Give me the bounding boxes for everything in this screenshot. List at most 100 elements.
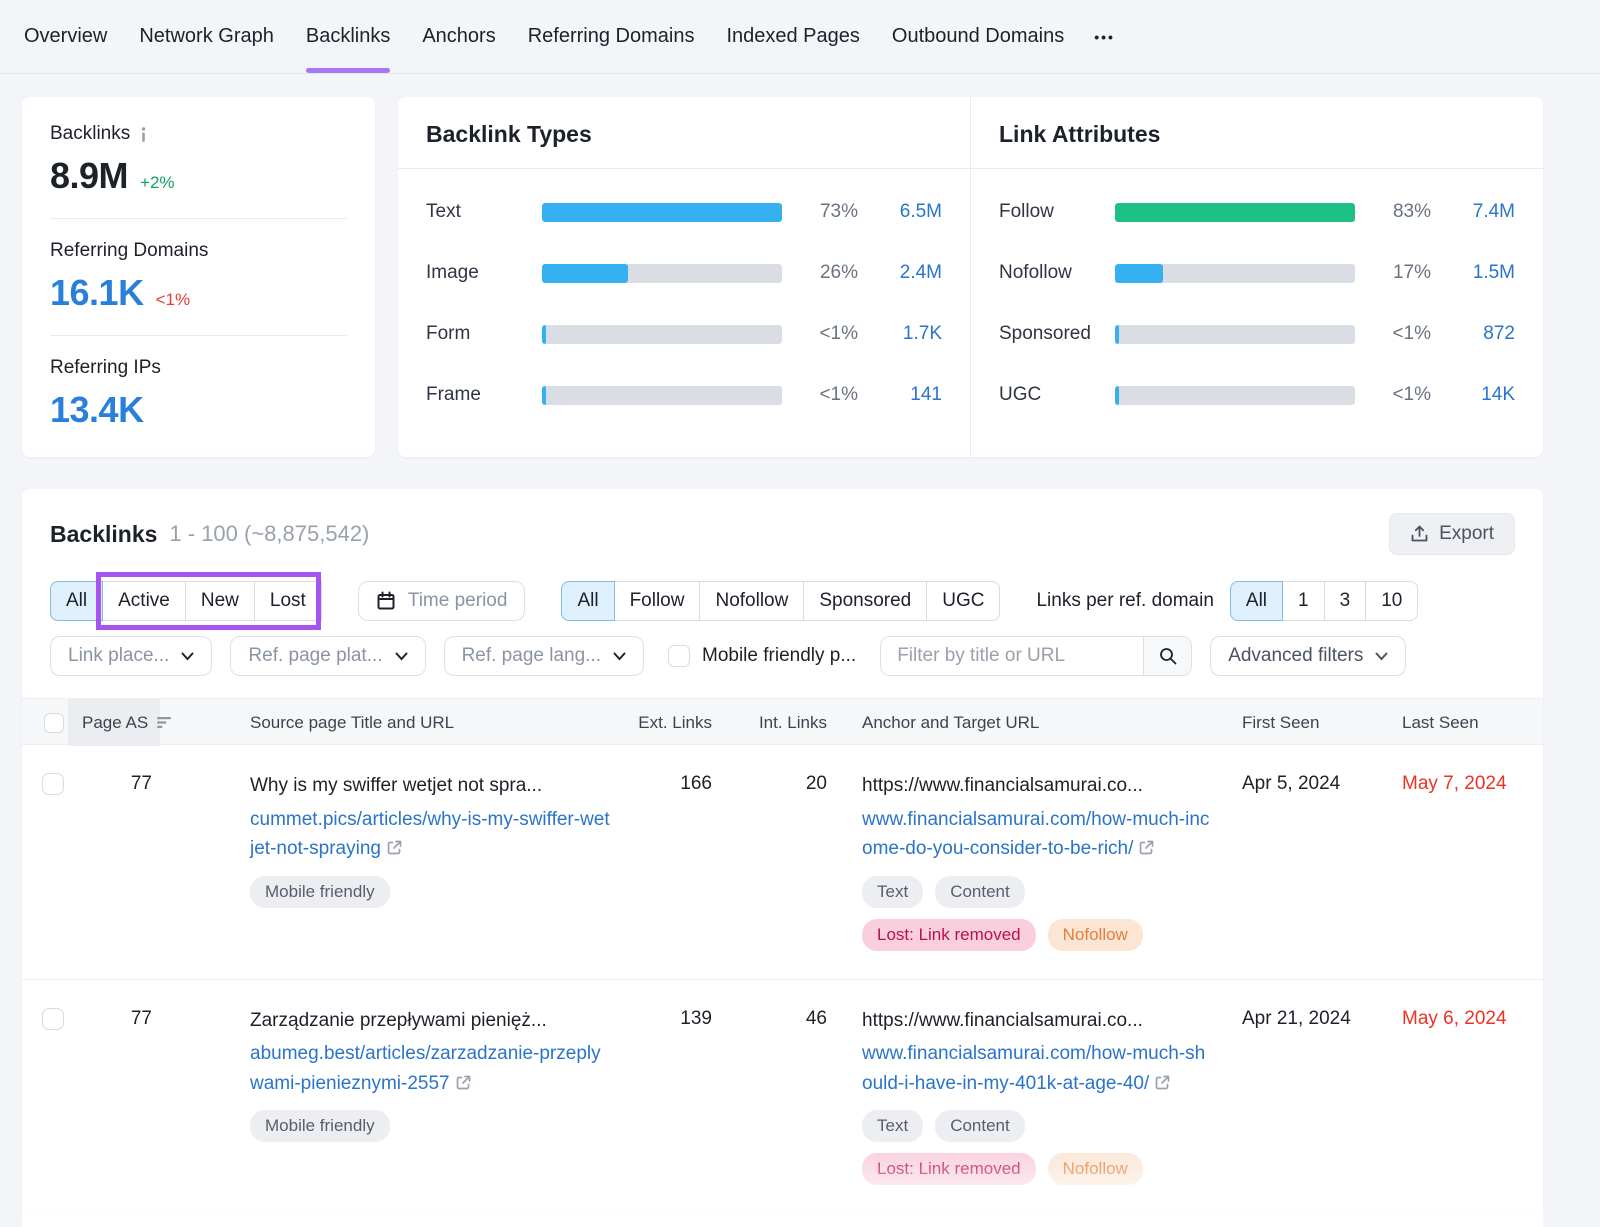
bar-percent: <1% [802,323,858,345]
follow-filter-follow[interactable]: Follow [614,581,701,621]
advanced-filters-dropdown[interactable]: Advanced filters [1210,636,1406,676]
follow-filter-sponsored[interactable]: Sponsored [803,581,927,621]
ref-page-language-dropdown[interactable]: Ref. page lang... [444,636,644,676]
referring-ips-value[interactable]: 13.4K [50,389,347,431]
links-per-domain-1[interactable]: 1 [1282,581,1325,621]
source-url-link[interactable]: cummet.pics/articles/why-is-my-swiffer-w… [250,809,610,859]
page-as-value: 77 [68,773,160,951]
column-int-links[interactable]: Int. Links [712,713,827,733]
tab-outbound-domains[interactable]: Outbound Domains [892,0,1064,73]
external-link-icon[interactable] [1155,1070,1170,1099]
divider [50,335,347,336]
bar-value-link[interactable]: 6.5M [878,201,942,223]
tab-indexed-pages[interactable]: Indexed Pages [726,0,859,73]
chevron-down-icon [395,652,408,661]
status-filter-all[interactable]: All [50,581,103,621]
column-source-page[interactable]: Source page Title and URL [250,713,612,733]
time-period-button[interactable]: Time period [358,581,526,621]
bar-value-link[interactable]: 7.4M [1451,201,1515,223]
column-first-seen[interactable]: First Seen [1210,713,1390,733]
referring-domains-delta: <1% [156,290,191,310]
backlinks-table: Page AS Source page Title and URL Ext. L… [22,698,1543,1213]
target-url-link[interactable]: www.financialsamurai.com/how-much-income… [862,809,1209,859]
bar-track [542,203,782,222]
external-link-icon[interactable] [387,835,402,864]
column-page-as[interactable]: Page AS [68,699,160,746]
bar-track [1115,203,1355,222]
bar-row-nofollow: Nofollow 17% 1.5M [999,262,1515,284]
info-icon[interactable] [139,126,148,143]
follow-filter-all[interactable]: All [561,581,614,621]
bar-fill [1115,386,1119,405]
bar-percent: <1% [1375,323,1431,345]
links-per-domain-3[interactable]: 3 [1324,581,1367,621]
more-tabs-ellipsis-icon[interactable]: ••• [1094,0,1115,73]
tab-referring-domains[interactable]: Referring Domains [528,0,695,73]
bar-label: Sponsored [999,323,1095,345]
link-attributes-title: Link Attributes [971,97,1543,169]
ref-page-platform-dropdown[interactable]: Ref. page plat... [230,636,425,676]
referring-domains-label: Referring Domains [50,240,208,262]
link-placement-dropdown[interactable]: Link place... [50,636,212,676]
tab-anchors[interactable]: Anchors [422,0,495,73]
last-seen-date: May 6, 2024 [1390,1008,1543,1186]
top-nav: Overview Network Graph Backlinks Anchors… [0,0,1600,74]
status-filter-active[interactable]: Active [102,581,186,621]
export-icon [1410,525,1429,544]
bar-fill [542,203,782,222]
backlinks-metric-value: 8.9M +2% [50,155,347,197]
first-seen-date: Apr 5, 2024 [1210,773,1390,951]
bar-label: UGC [999,384,1095,406]
status-filter-new[interactable]: New [185,581,255,621]
export-button[interactable]: Export [1389,513,1515,555]
follow-filter-group: All Follow Nofollow Sponsored UGC [561,581,1000,621]
column-anchor-target[interactable]: Anchor and Target URL [862,713,1210,733]
first-seen-date: Apr 21, 2024 [1210,1008,1390,1186]
tab-overview[interactable]: Overview [24,0,107,73]
table-row: 77 Zarządzanie przepływami pienięż... ab… [22,980,1543,1214]
referring-domains-value[interactable]: 16.1K <1% [50,272,347,314]
last-seen-date: May 7, 2024 [1390,773,1543,951]
bar-row-image: Image 26% 2.4M [426,262,942,284]
row-checkbox[interactable] [42,1008,64,1030]
search-button[interactable] [1143,637,1191,675]
mobile-friendly-checkbox[interactable] [668,645,690,667]
nofollow-badge: Nofollow [1048,1153,1143,1185]
external-link-icon[interactable] [456,1070,471,1099]
status-filter-lost[interactable]: Lost [254,581,322,621]
table-title: Backlinks [50,521,157,548]
tab-network-graph[interactable]: Network Graph [139,0,274,73]
referring-ips-label: Referring IPs [50,357,161,379]
chevron-down-icon [181,652,194,661]
bar-value-link[interactable]: 141 [878,384,942,406]
column-last-seen[interactable]: Last Seen [1390,713,1543,733]
lost-status-badge: Lost: Link removed [862,919,1036,951]
bar-value-link[interactable]: 2.4M [878,262,942,284]
tab-backlinks[interactable]: Backlinks [306,0,390,73]
follow-filter-nofollow[interactable]: Nofollow [699,581,804,621]
link-placement-badge: Content [935,876,1025,908]
bar-value-link[interactable]: 872 [1451,323,1515,345]
summary-card: Backlinks 8.9M +2% Referring Domains 16.… [22,97,375,457]
search-input[interactable] [881,637,1143,675]
bar-value-link[interactable]: 14K [1451,384,1515,406]
bar-row-follow: Follow 83% 7.4M [999,201,1515,223]
bar-value-link[interactable]: 1.7K [878,323,942,345]
bar-fill [542,325,546,344]
column-ext-links[interactable]: Ext. Links [612,713,712,733]
source-url-link[interactable]: abumeg.best/articles/zarzadzanie-przeply… [250,1043,601,1093]
anchor-text: https://www.financialsamurai.co... [862,1008,1210,1034]
backlinks-table-card: Backlinks 1 - 100 (~8,875,542) Export Al… [22,489,1543,1213]
page-as-value: 77 [68,1008,160,1186]
bar-value-link[interactable]: 1.5M [1451,262,1515,284]
select-all-checkbox[interactable] [44,713,64,733]
links-per-domain-10[interactable]: 10 [1365,581,1418,621]
row-checkbox[interactable] [42,773,64,795]
target-url-link[interactable]: www.financialsamurai.com/how-much-should… [862,1043,1205,1093]
links-per-domain-all[interactable]: All [1230,581,1283,621]
external-link-icon[interactable] [1139,835,1154,864]
bar-label: Text [426,201,522,223]
bar-row-frame: Frame <1% 141 [426,384,942,406]
follow-filter-ugc[interactable]: UGC [926,581,1000,621]
title-url-search [880,636,1192,676]
